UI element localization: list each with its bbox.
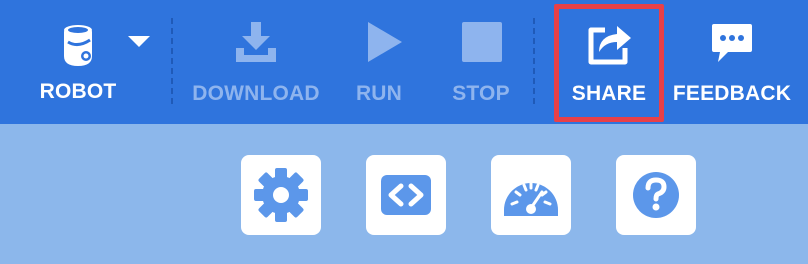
toolbar-divider: [533, 18, 535, 104]
toolbar-divider: [171, 18, 173, 104]
gear-icon: [252, 166, 310, 224]
question-icon: [627, 166, 685, 224]
settings-button[interactable]: [241, 155, 321, 235]
feedback-label: FEEDBACK: [672, 82, 792, 105]
download-icon: [232, 18, 280, 66]
robot-icon: [52, 18, 104, 66]
caret-down-icon[interactable]: [128, 36, 150, 47]
run-button[interactable]: RUN: [344, 0, 414, 124]
stop-icon: [458, 18, 506, 66]
code-brackets-icon: [377, 166, 435, 224]
share-highlight-box: [554, 4, 664, 122]
robot-button[interactable]: ROBOT: [30, 0, 126, 124]
download-label: DOWNLOAD: [192, 82, 320, 105]
main-toolbar: ROBOT DOWNLOAD RUN STOP SHARE FEEDBACK: [0, 0, 808, 124]
code-button[interactable]: [366, 155, 446, 235]
robot-label: ROBOT: [39, 80, 117, 103]
stop-button[interactable]: STOP: [446, 0, 516, 124]
download-button[interactable]: DOWNLOAD: [186, 0, 326, 124]
help-button[interactable]: [616, 155, 696, 235]
stop-label: STOP: [452, 82, 510, 105]
run-label: RUN: [355, 82, 403, 105]
dashboard-button[interactable]: [491, 155, 571, 235]
chat-bubble-icon: [708, 18, 756, 66]
play-icon: [360, 18, 408, 66]
feedback-button[interactable]: FEEDBACK: [672, 0, 792, 124]
speedometer-icon: [500, 166, 562, 224]
